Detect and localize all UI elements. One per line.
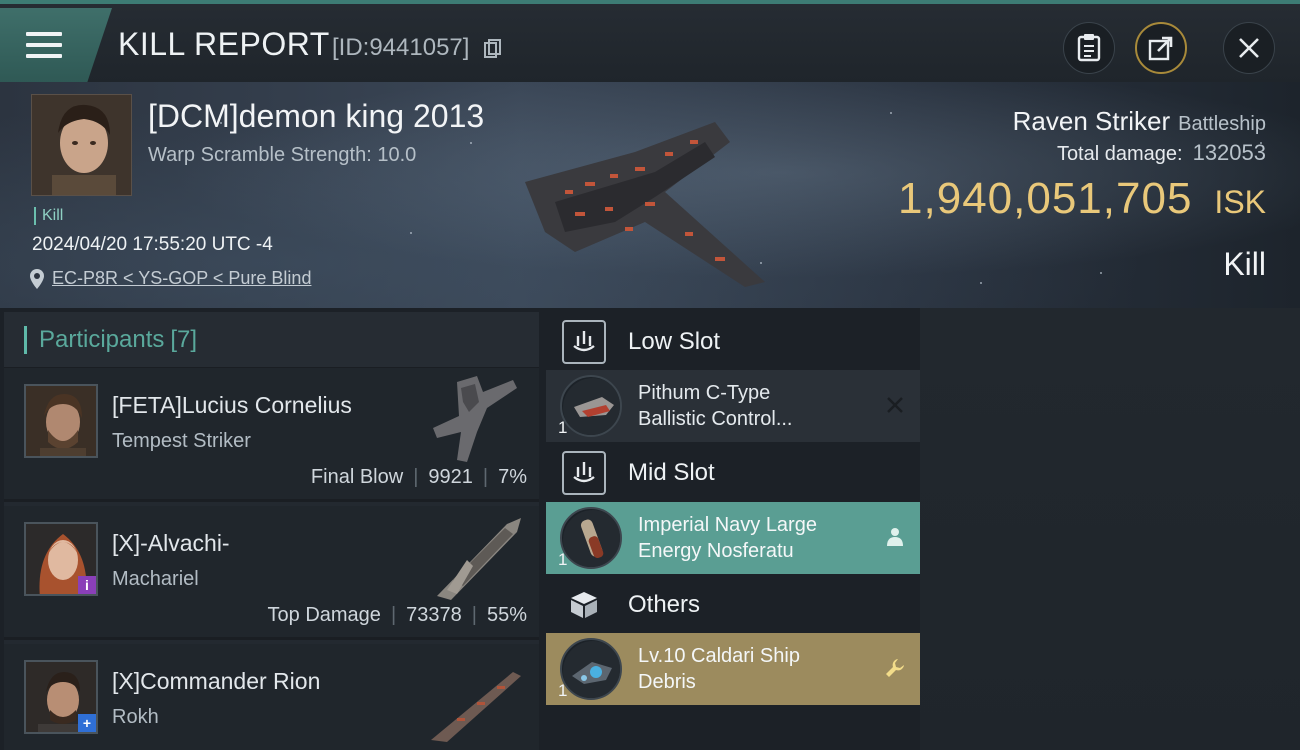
location-link[interactable]: EC-P8R < YS-GOP < Pure Blind [30, 268, 311, 289]
report-id: [ID:9441057] [332, 34, 470, 61]
person-icon [887, 528, 903, 546]
participant-avatar[interactable] [24, 384, 98, 458]
menu-button[interactable] [0, 8, 112, 82]
victim-ship-class: Battleship [1178, 113, 1266, 135]
low-slot-title: Low Slot [628, 328, 721, 355]
cube-icon [562, 583, 606, 627]
isk-value: 1,940,051,705 [898, 174, 1193, 223]
kill-tag: Kill [34, 207, 63, 225]
module-icon [560, 507, 622, 569]
mid-slot-icon [562, 451, 606, 495]
low-slot-icon [562, 320, 606, 364]
participant-row[interactable]: [FETA]Lucius Cornelius Tempest Striker F… [4, 368, 539, 502]
isk-unit: ISK [1214, 184, 1266, 220]
participant-ship: Rokh [112, 706, 159, 728]
destroyed-x-icon [887, 397, 903, 413]
victim-ship-line: Raven Striker Battleship [1013, 106, 1266, 137]
participant-avatar[interactable]: i [24, 522, 98, 596]
isk-value-line: 1,940,051,705 ISK [898, 174, 1266, 224]
module-quantity: 1 [558, 418, 568, 437]
share-icon [1148, 36, 1173, 61]
menu-icon [26, 32, 62, 60]
victim-ship-name[interactable]: Raven Striker [1013, 106, 1171, 137]
others-module[interactable]: 1 Lv.10 Caldari Ship Debris [546, 633, 920, 705]
others-title: Others [628, 591, 701, 618]
plus-badge-icon: + [78, 714, 96, 732]
victim-avatar[interactable] [31, 94, 132, 196]
participants-header: Participants [7] [4, 312, 539, 368]
participant-name: [FETA]Lucius Cornelius [112, 392, 352, 418]
module-name: Pithum C-Type Ballistic Control... [638, 382, 793, 430]
module-quantity: 1 [558, 681, 568, 700]
participant-damage: 9921 [428, 466, 473, 488]
participants-count: [7] [170, 325, 198, 353]
module-name: Lv.10 Caldari Ship Debris [638, 645, 800, 693]
close-button[interactable] [1223, 22, 1275, 74]
participant-ship: Machariel [112, 568, 199, 590]
victim-ship-image [525, 122, 765, 287]
role-badge-icon: i [78, 576, 96, 594]
module-quantity: 1 [558, 550, 568, 569]
participant-ship-image [437, 518, 521, 600]
clipboard-button[interactable] [1063, 22, 1115, 74]
participant-stats: Final Blow | 9921 | 7% [310, 466, 527, 488]
participant-percent: 55% [486, 604, 527, 626]
clipboard-icon [1077, 34, 1101, 62]
participants-label: Participants [39, 325, 165, 353]
participant-avatar[interactable]: + [24, 660, 98, 734]
low-slot-module[interactable]: 1 Pithum C-Type Ballistic Control... [546, 370, 920, 442]
module-icon [560, 375, 622, 437]
low-slot-header: Low Slot [546, 313, 920, 371]
mid-slot-header: Mid Slot [546, 444, 920, 502]
total-damage-value: 132053 [1192, 140, 1266, 165]
participant-row[interactable]: + [X]Commander Rion Rokh [4, 644, 539, 750]
total-damage: Total damage: 132053 [1057, 140, 1266, 166]
mid-slot-title: Mid Slot [628, 459, 715, 486]
participant-row[interactable]: i [X]-Alvachi- Machariel Top Damage | 73… [4, 506, 539, 640]
others-header: Others [546, 576, 920, 634]
participant-name: [X]Commander Rion [112, 668, 321, 694]
total-damage-label: Total damage: [1056, 143, 1183, 165]
mid-slot-module[interactable]: 1 Imperial Navy Large Energy Nosferatu [546, 502, 920, 574]
header-accent-bar [24, 325, 27, 354]
module-icon [560, 638, 622, 700]
participant-damage: 73378 [406, 604, 462, 626]
participant-stats: Top Damage | 73378 | 55% [267, 604, 527, 626]
participants-panel: Participants [7] [FETA]Lucius Cornelius … [4, 312, 539, 750]
participant-ship-image [431, 672, 521, 742]
page-title: KILL REPORT [118, 26, 330, 62]
victim-banner: [DCM]demon king 2013 Warp Scramble Stren… [0, 82, 1300, 308]
module-name: Imperial Navy Large Energy Nosferatu [638, 514, 817, 562]
location-text: EC-P8R < YS-GOP < Pure Blind [52, 268, 312, 288]
participant-ship: Tempest Striker [112, 430, 251, 452]
participant-name: [X]-Alvachi- [112, 530, 230, 556]
location-pin-icon [30, 268, 44, 289]
participant-stat-label: Final Blow [310, 466, 404, 488]
wrench-icon [886, 659, 904, 677]
participant-stat-label: Top Damage [267, 604, 381, 626]
top-bar: KILL REPORT [ID:9441057] [0, 0, 1300, 82]
empty-panel [920, 308, 1300, 750]
participant-percent: 7% [498, 466, 527, 488]
participant-ship-image [433, 376, 517, 462]
result-label: Kill [1223, 246, 1266, 282]
victim-name: [DCM]demon king 2013 [148, 98, 485, 134]
share-button[interactable] [1135, 22, 1187, 74]
copy-icon[interactable] [484, 39, 502, 59]
victim-subtitle: Warp Scramble Strength: 10.0 [148, 144, 417, 166]
close-icon [1239, 38, 1259, 58]
kill-datetime: 2024/04/20 17:55:20 UTC -4 [32, 234, 273, 255]
